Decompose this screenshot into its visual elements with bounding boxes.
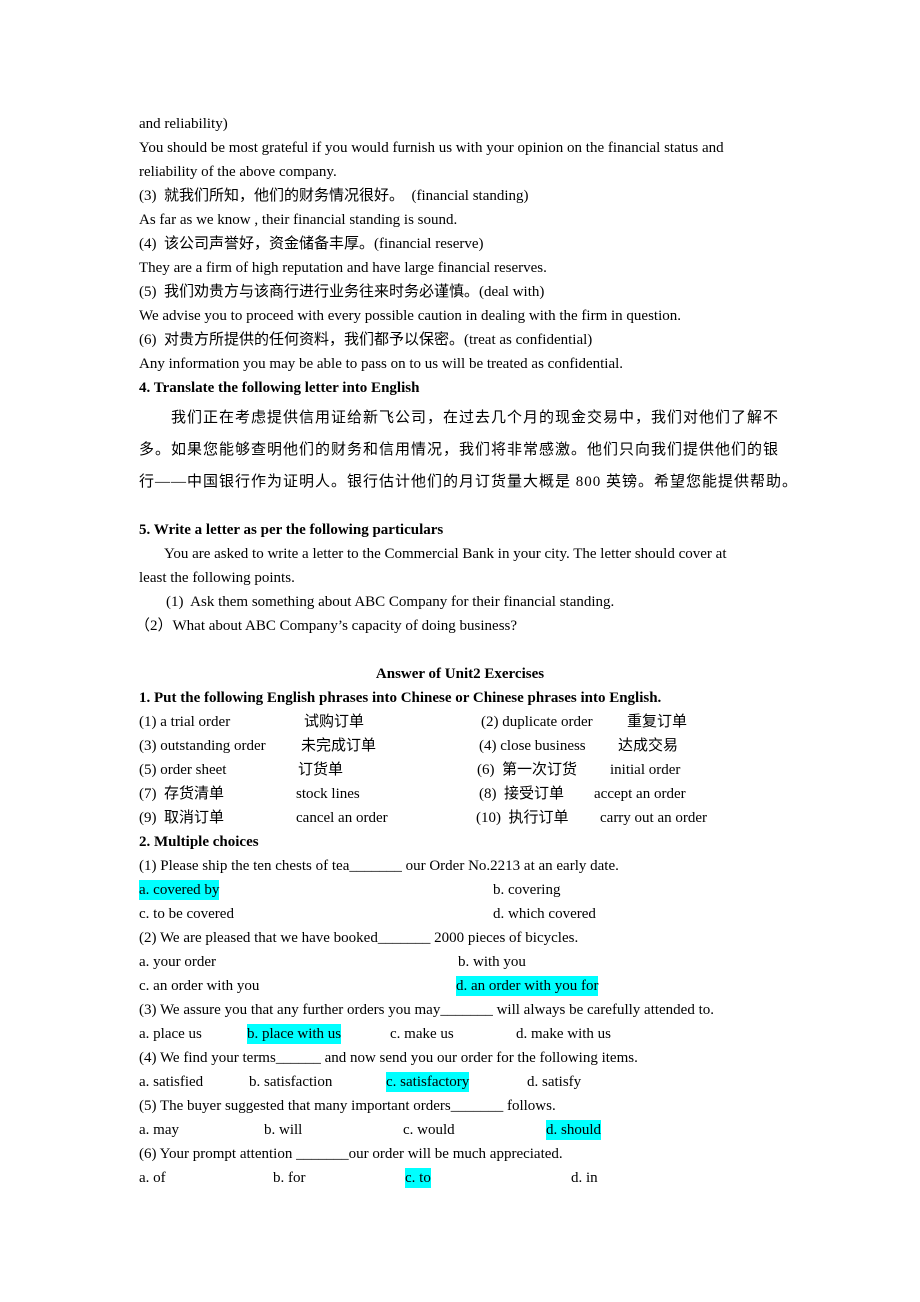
question-text: (5) The buyer suggested that many import… bbox=[139, 1098, 556, 1114]
text-line: You should be most grateful if you would… bbox=[139, 140, 724, 156]
option-correct: c. satisfactory bbox=[386, 1072, 470, 1092]
text-line: and reliability) bbox=[139, 116, 228, 132]
text-line: We advise you to proceed with every poss… bbox=[139, 308, 681, 324]
phrase-answer: carry out an order bbox=[600, 810, 708, 826]
question-text: (4) We find your terms______ and now sen… bbox=[139, 1050, 638, 1066]
phrase-question: (10) 执行订单 bbox=[476, 810, 569, 826]
option: a. of bbox=[139, 1170, 166, 1186]
text-line: Any information you may be able to pass … bbox=[139, 356, 624, 372]
option: d. which covered bbox=[493, 906, 596, 922]
list-item: (1) Ask them something about ABC Company… bbox=[166, 594, 615, 610]
option: b. covering bbox=[493, 882, 561, 898]
phrase-question: (5) order sheet bbox=[139, 762, 227, 778]
option: b. will bbox=[264, 1122, 303, 1138]
option-correct: a. covered by bbox=[139, 880, 220, 900]
option: c. make us bbox=[390, 1026, 454, 1042]
option: d. satisfy bbox=[527, 1074, 582, 1090]
text-line: As far as we know , their financial stan… bbox=[139, 212, 458, 228]
option-correct: d. an order with you for bbox=[456, 976, 599, 996]
phrase-question: (7) 存货清单 bbox=[139, 786, 224, 802]
option-correct: c. to bbox=[405, 1168, 431, 1188]
text-line: least the following points. bbox=[139, 570, 295, 586]
paragraph-line: 多。如果您能够查明他们的财务和信用情况，我们将非常感激。他们只向我们提供他们的银 bbox=[139, 442, 780, 458]
phrase-question: (6) 第一次订货 bbox=[477, 762, 577, 778]
phrase-answer: accept an order bbox=[594, 786, 686, 802]
option-correct: b. place with us bbox=[247, 1024, 342, 1044]
section-heading: 1. Put the following English phrases int… bbox=[139, 690, 662, 706]
text-line: (4) 该公司声誉好，资金储备丰厚。(financial reserve) bbox=[139, 236, 484, 252]
phrase-question: (9) 取消订单 bbox=[139, 810, 224, 826]
option: c. an order with you bbox=[139, 978, 260, 994]
text-line: You are asked to write a letter to the C… bbox=[164, 546, 727, 562]
section-heading: 2. Multiple choices bbox=[139, 834, 259, 850]
question-text: (2) We are pleased that we have booked__… bbox=[139, 930, 579, 946]
phrase-question: (1) a trial order bbox=[139, 714, 231, 730]
list-item: （2）What about ABC Company’s capacity of … bbox=[135, 618, 518, 634]
question-text: (3) We assure you that any further order… bbox=[139, 1002, 715, 1018]
phrase-question: (3) outstanding order bbox=[139, 738, 266, 754]
option: c. would bbox=[403, 1122, 455, 1138]
text-line: (3) 就我们所知，他们的财务情况很好。 (financial standing… bbox=[139, 188, 529, 204]
text-line: They are a firm of high reputation and h… bbox=[139, 260, 547, 276]
option: d. in bbox=[571, 1170, 598, 1186]
text-line: (5) 我们劝贵方与该商行进行业务往来时务必谨慎。(deal with) bbox=[139, 284, 545, 300]
phrase-answer: stock lines bbox=[296, 786, 360, 802]
option: a. place us bbox=[139, 1026, 202, 1042]
option: b. for bbox=[273, 1170, 306, 1186]
phrase-question: (4) close business bbox=[479, 738, 586, 754]
option: a. may bbox=[139, 1122, 179, 1138]
text-line: (6) 对贵方所提供的任何资料，我们都予以保密。(treat as confid… bbox=[139, 332, 593, 348]
question-text: (1) Please ship the ten chests of tea___… bbox=[139, 858, 619, 874]
option: b. with you bbox=[458, 954, 526, 970]
paragraph-line: 行——中国银行作为证明人。银行估计他们的月订货量大概是 800 英镑。希望您能提… bbox=[139, 474, 799, 490]
text-line: reliability of the above company. bbox=[139, 164, 337, 180]
paragraph-line: 我们正在考虑提供信用证给新飞公司，在过去几个月的现金交易中，我们对他们了解不 bbox=[171, 410, 780, 426]
option: a. your order bbox=[139, 954, 217, 970]
section-heading: 5. Write a letter as per the following p… bbox=[139, 522, 444, 538]
question-text: (6) Your prompt attention _______our ord… bbox=[139, 1146, 563, 1162]
option: a. satisfied bbox=[139, 1074, 204, 1090]
phrase-answer: 试购订单 bbox=[304, 714, 365, 730]
phrase-question: (2) duplicate order bbox=[481, 714, 593, 730]
option: b. satisfaction bbox=[249, 1074, 333, 1090]
phrase-answer: 达成交易 bbox=[618, 738, 679, 754]
answer-title: Answer of Unit2 Exercises bbox=[375, 666, 545, 682]
phrase-answer: 订货单 bbox=[298, 762, 344, 778]
phrase-answer: initial order bbox=[610, 762, 681, 778]
phrase-answer: cancel an order bbox=[296, 810, 388, 826]
option: d. make with us bbox=[516, 1026, 611, 1042]
option-correct: d. should bbox=[546, 1120, 602, 1140]
option: c. to be covered bbox=[139, 906, 234, 922]
phrase-question: (8) 接受订单 bbox=[479, 786, 564, 802]
phrase-answer: 重复订单 bbox=[627, 714, 688, 730]
phrase-answer: 未完成订单 bbox=[301, 738, 377, 754]
section-heading: 4. Translate the following letter into E… bbox=[139, 380, 420, 396]
